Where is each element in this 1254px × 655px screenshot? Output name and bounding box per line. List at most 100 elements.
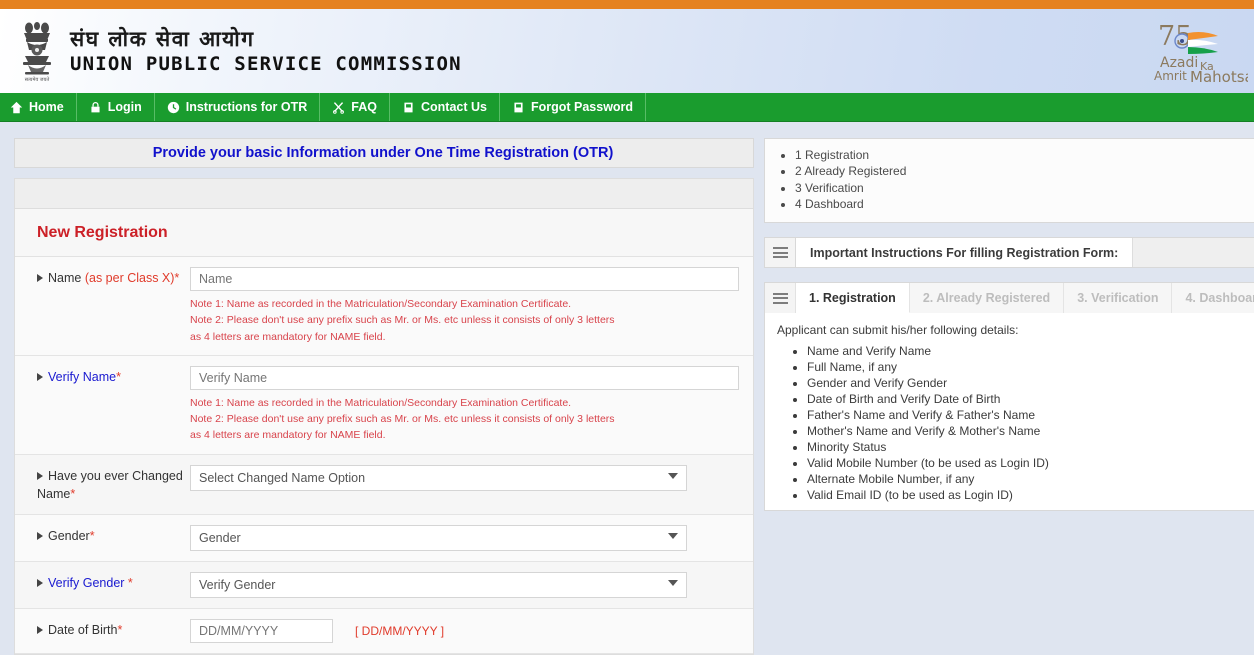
nav-item-login[interactable]: Login <box>77 93 155 121</box>
changed-name-select[interactable]: Select Changed Name Option <box>190 464 687 491</box>
name-notes: Note 1: Name as recorded in the Matricul… <box>190 296 739 345</box>
form-row-date-of-birth: Date of Birth* [ DD/MM/YYYY ] <box>15 609 753 655</box>
caret-icon <box>37 579 43 588</box>
list-item: Father's Name and Verify & Father's Name <box>807 408 1254 424</box>
left-column: Provide your basic Information under One… <box>14 138 754 655</box>
note-line: Note 2: Please don't use any prefix such… <box>190 413 615 426</box>
label-verify-gender-red: * <box>127 576 133 591</box>
note-line: as 4 letters are mandatory for NAME fiel… <box>190 429 386 442</box>
accordion-title: Important Instructions For filling Regis… <box>796 238 1134 268</box>
nav-item-forgot-password[interactable]: Forgot Password <box>500 93 647 121</box>
list-item: 4 Dashboard <box>795 196 1254 212</box>
label-changed-name-line1: Have you ever Changed <box>48 468 183 483</box>
azadi-line4: Mahotsav <box>1190 68 1248 85</box>
site-title-english: UNION PUBLIC SERVICE COMMISSION <box>70 52 462 75</box>
drag-handle-icon[interactable] <box>765 283 796 314</box>
list-item: Minority Status <box>807 440 1254 456</box>
burger-lines <box>772 290 788 306</box>
caret-icon <box>37 471 43 480</box>
tab-already-registered[interactable]: 2. Already Registered <box>909 283 1065 314</box>
label-date-of-birth: Date of Birth* <box>15 609 190 653</box>
nav-label: Forgot Password <box>530 100 634 114</box>
drag-handle-icon[interactable] <box>765 238 796 268</box>
label-changed-name-line2: Name <box>37 487 71 502</box>
form-card-topbar <box>15 179 753 209</box>
note-line: as 4 letters are mandatory for NAME fiel… <box>190 330 386 343</box>
list-item: Valid Email ID (to be used as Login ID) <box>807 488 1254 504</box>
page-content: Provide your basic Information under One… <box>0 122 1254 655</box>
field-date-of-birth: [ DD/MM/YYYY ] <box>190 609 753 653</box>
tab-bar: 1. Registration 2. Already Registered 3.… <box>765 283 1254 314</box>
field-verify-name: Note 1: Name as recorded in the Matricul… <box>190 356 753 454</box>
tab-panel-list: Name and Verify Name Full Name, if any G… <box>777 344 1254 504</box>
label-gender-text: Gender <box>48 529 90 544</box>
login-lock-icon <box>89 101 102 114</box>
accordion-header[interactable]: Important Instructions For filling Regis… <box>764 237 1254 269</box>
main-navigation: Home Login Instructions for OTR FAQ Cont… <box>0 93 1254 122</box>
label-name: Name (as per Class X)* <box>15 257 190 355</box>
azadi-line3: Amrit <box>1154 69 1187 83</box>
verify-name-input[interactable] <box>190 365 739 390</box>
page-root: सत्यमेव जयते संघ लोक सेवा आयोग UNION PUB… <box>0 0 1254 655</box>
name-input[interactable] <box>190 267 739 291</box>
nav-item-faq[interactable]: FAQ <box>320 93 390 121</box>
field-name: Note 1: Name as recorded in the Matricul… <box>190 257 753 355</box>
gender-select[interactable]: Gender <box>190 525 687 552</box>
list-item: Gender and Verify Gender <box>807 376 1254 392</box>
list-item: Name and Verify Name <box>807 344 1254 360</box>
svg-text:सत्यमेव जयते: सत्यमेव जयते <box>25 76 50 83</box>
instructions-tab-card: 1. Registration 2. Already Registered 3.… <box>764 282 1254 511</box>
field-changed-name: Select Changed Name Option <box>190 455 753 515</box>
steps-panel: 1 Registration 2 Already Registered 3 Ve… <box>764 138 1254 224</box>
list-item: Mother's Name and Verify & Mother's Name <box>807 424 1254 440</box>
form-row-gender: Gender* Gender <box>15 515 753 563</box>
form-row-name: Name (as per Class X)* Note 1: Name as r… <box>15 257 753 356</box>
label-verify-name-red: * <box>116 369 121 384</box>
form-row-changed-name: Have you ever Changed Name* Select Change… <box>15 454 753 516</box>
tab-dashboard[interactable]: 4. Dashboard <box>1172 283 1254 314</box>
burger-lines <box>772 245 788 261</box>
label-changed-name-red: * <box>70 487 76 502</box>
verify-gender-select-wrap: Verify Gender <box>190 572 687 599</box>
caret-icon <box>37 372 43 381</box>
label-verify-name: Verify Name* <box>15 356 190 454</box>
tab-verification[interactable]: 3. Verification <box>1064 283 1173 314</box>
right-column: 1 Registration 2 Already Registered 3 Ve… <box>764 138 1254 655</box>
clock-info-icon <box>167 101 180 114</box>
date-of-birth-input[interactable] <box>190 619 333 644</box>
dob-row-inner: [ DD/MM/YYYY ] <box>190 619 739 644</box>
label-verify-gender-text: Verify Gender <box>48 576 128 591</box>
form-row-verify-gender: Verify Gender * Verify Gender <box>15 562 753 610</box>
nav-label: Login <box>107 100 142 114</box>
list-item: 2 Already Registered <box>795 163 1254 179</box>
home-icon <box>10 101 23 114</box>
verify-gender-select[interactable]: Verify Gender <box>190 572 687 599</box>
faq-scissors-icon <box>332 101 345 114</box>
label-verify-gender: Verify Gender * <box>15 562 190 608</box>
nav-label: Instructions for OTR <box>185 100 308 114</box>
form-heading: New Registration <box>37 223 168 241</box>
contact-note-icon <box>402 101 415 114</box>
nav-item-contact-us[interactable]: Contact Us <box>390 93 500 121</box>
nav-item-instructions-for-otr[interactable]: Instructions for OTR <box>155 93 321 121</box>
list-item: Date of Birth and Verify Date of Birth <box>807 392 1254 408</box>
list-item: Alternate Mobile Number, if any <box>807 472 1254 488</box>
field-verify-gender: Verify Gender <box>190 562 753 608</box>
azadi-ka-amrit-mahotsav-logo: 75 Azadi Ka Amrit Mahotsav <box>1152 19 1248 85</box>
header-titles: संघ लोक सेवा आयोग UNION PUBLIC SERVICE C… <box>70 26 462 77</box>
site-title-hindi: संघ लोक सेवा आयोग <box>70 26 255 51</box>
nav-label: FAQ <box>351 100 377 114</box>
nav-item-home[interactable]: Home <box>0 93 77 121</box>
changed-name-select-wrap: Select Changed Name Option <box>190 464 687 491</box>
state-emblem-icon: सत्यमेव जयते <box>8 18 66 84</box>
registration-form-card: New Registration Name (as per Class X)* … <box>14 178 754 655</box>
label-verify-name-text: Verify Name <box>48 369 117 384</box>
label-changed-name: Have you ever Changed Name* <box>15 455 190 515</box>
form-card-header: New Registration <box>15 209 753 257</box>
note-line: Note 1: Name as recorded in the Matricul… <box>190 396 572 409</box>
list-item: 3 Verification <box>795 180 1254 196</box>
dob-format-hint: [ DD/MM/YYYY ] <box>355 624 445 639</box>
tab-registration[interactable]: 1. Registration <box>796 283 910 314</box>
instructions-accordion: Important Instructions For filling Regis… <box>764 237 1254 269</box>
site-header: सत्यमेव जयते संघ लोक सेवा आयोग UNION PUB… <box>0 9 1254 93</box>
